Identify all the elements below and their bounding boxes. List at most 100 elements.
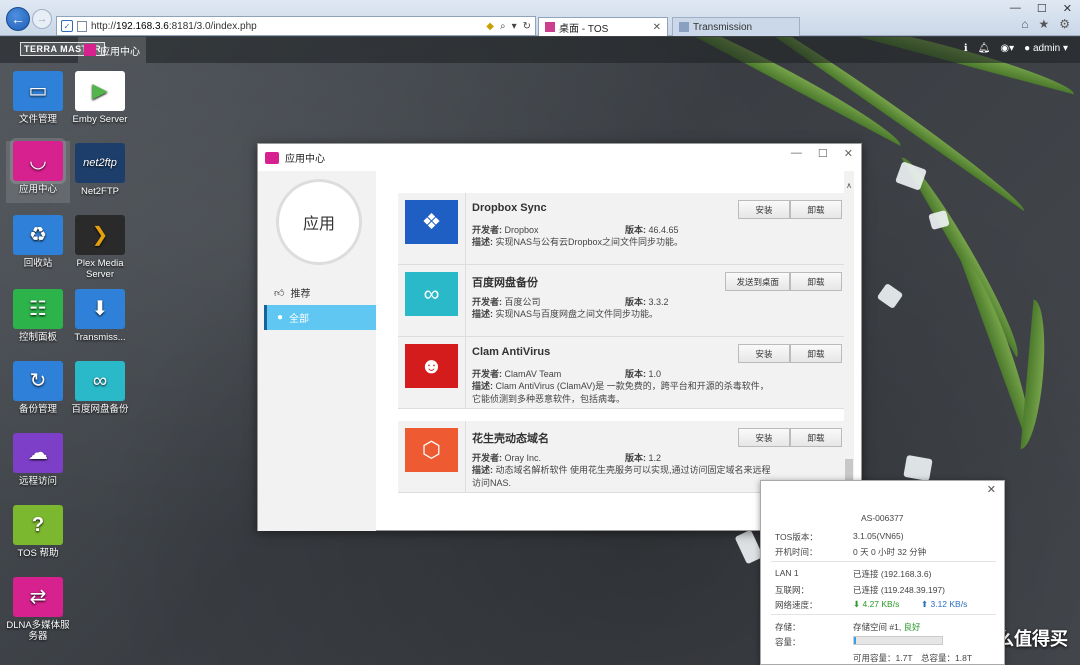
close-icon[interactable]: ✕ xyxy=(987,483,996,496)
app-name: 百度网盘备份 xyxy=(472,277,538,289)
app-version: 版本: 46.4.65 xyxy=(625,225,679,235)
baidu-cloud-icon: ∞ xyxy=(75,361,125,401)
taskbar-app-center[interactable]: 应用中心 xyxy=(78,37,146,63)
maximize-icon[interactable]: ☐ xyxy=(1037,2,1047,15)
minimize-icon[interactable]: — xyxy=(791,147,802,160)
tab-close-icon[interactable]: ✕ xyxy=(653,22,661,33)
desktop-icon-plex[interactable]: ❯ Plex Media Server xyxy=(68,215,132,280)
tos-version-label: TOS版本： xyxy=(775,532,818,542)
icon-label: 百度网盘备份 xyxy=(71,404,129,415)
desktop-icon-dlna[interactable]: ⇄ DLNA多媒体服务器 xyxy=(6,577,70,642)
app-version: 版本: 1.2 xyxy=(625,453,662,463)
desktop-icon-net2ftp[interactable]: net2ftp Net2FTP xyxy=(68,143,132,197)
desktop-icon-file-manager[interactable]: ▭ 文件管理 xyxy=(6,71,70,125)
herb-decoration xyxy=(1020,299,1050,451)
user-menu[interactable]: ● admin ▾ xyxy=(1024,43,1068,54)
page-icon xyxy=(77,20,87,32)
app-card-baidu: ∞ 百度网盘备份 开发者: 百度公司 版本: 3.3.2 描述: 实现NAS与百… xyxy=(398,265,844,337)
forward-button[interactable]: → xyxy=(32,9,52,29)
home-icon[interactable]: ⌂ xyxy=(1021,17,1028,31)
desktop-icon-remote-access[interactable]: ☁ 远程访问 xyxy=(6,433,70,487)
desktop-icon-recycle-bin[interactable]: ♻ 回收站 xyxy=(6,215,70,269)
shield-icon: ✓ xyxy=(61,20,73,32)
download-icon: ⬇ xyxy=(75,289,125,329)
system-info-panel: ✕ AS-006377 TOS版本： 3.1.05(VN65) 开机时间： 0 … xyxy=(760,480,1005,665)
salt-decoration xyxy=(876,282,904,310)
dlna-icon: ⇄ xyxy=(13,577,63,617)
uninstall-button[interactable]: 卸载 xyxy=(790,272,842,291)
refresh-icon[interactable]: ↻ xyxy=(523,21,531,32)
sidebar-item-all[interactable]: ● 全部 xyxy=(264,305,376,330)
scrollbar[interactable]: ∧ ∨ xyxy=(844,171,854,526)
uninstall-button[interactable]: 卸载 xyxy=(790,428,842,447)
icon-label: Net2FTP xyxy=(80,186,119,197)
tos-favicon-icon xyxy=(545,22,555,32)
uptime-label: 开机时间： xyxy=(775,547,818,557)
back-button[interactable]: ← xyxy=(6,7,30,31)
desktop-icon-app-center[interactable]: ◡ 应用中心 xyxy=(6,141,70,203)
icon-label: DLNA多媒体服务器 xyxy=(6,620,70,642)
dropdown-icon[interactable]: ▾ xyxy=(512,21,517,32)
app-description: 描述: 实现NAS与百度网盘之间文件同步功能。 xyxy=(472,309,659,319)
uninstall-button[interactable]: 卸载 xyxy=(790,344,842,363)
uninstall-button[interactable]: 卸载 xyxy=(790,200,842,219)
window-title: 应用中心 xyxy=(285,154,325,165)
app-name: Clam AntiVirus xyxy=(472,346,551,358)
net2ftp-icon: net2ftp xyxy=(75,143,125,183)
install-button[interactable]: 安装 xyxy=(738,344,790,363)
desktop-icon-control-panel[interactable]: ☷ 控制面板 xyxy=(6,289,70,343)
settings-icon[interactable]: ⚙ xyxy=(1059,17,1070,31)
tos-taskbar: TERRA MASTER 应用中心 ℹ 🔔︎ ◉▾ ● admin ▾ xyxy=(0,37,1080,63)
icon-label: 应用中心 xyxy=(18,184,57,195)
available-capacity: 可用容量：1.7T xyxy=(853,653,913,663)
tab-label: 桌面 - TOS xyxy=(559,23,609,35)
download-speed: ⬇ 4.27 KB/s xyxy=(853,599,900,609)
app-list: ❖ Dropbox Sync 开发者: Dropbox 版本: 46.4.65 … xyxy=(398,162,844,522)
favorites-icon[interactable]: ★ xyxy=(1038,17,1049,31)
scroll-up-icon[interactable]: ∧ xyxy=(844,181,854,190)
install-button[interactable]: 安装 xyxy=(738,428,790,447)
tab-tos[interactable]: 桌面 - TOS ✕ xyxy=(538,17,668,36)
desktop-icon-transmission[interactable]: ⬇ Transmiss... xyxy=(68,289,132,343)
close-icon[interactable]: ✕ xyxy=(1063,2,1072,15)
maximize-icon[interactable]: ☐ xyxy=(818,147,828,160)
url-text: http://192.168.3.6:8181/3.0/index.php xyxy=(91,20,257,32)
app-center-window: 应用中心 — ☐ ✕ 应用 👍︎ 推荐 ● 全部 ❖ Dropbox Sync … xyxy=(257,143,862,531)
sidebar-item-label: 全部 xyxy=(289,314,310,325)
app-center-icon xyxy=(265,151,279,164)
cloud-icon: ☁ xyxy=(13,433,63,473)
tab-transmission[interactable]: Transmission xyxy=(672,17,800,36)
install-button[interactable]: 安装 xyxy=(738,200,790,219)
icon-label: Plex Media Server xyxy=(76,258,124,280)
recycle-icon: ♻ xyxy=(13,215,63,255)
storage-label: 存储： xyxy=(775,622,801,632)
app-description: 描述: Clam AntiVirus (ClamAV)是 一款免费的，跨平台和开… xyxy=(472,381,769,404)
search-icon[interactable]: ⌕ xyxy=(500,21,506,32)
username: admin xyxy=(1032,43,1061,54)
minimize-icon[interactable]: — xyxy=(1010,2,1021,15)
icon-label: Transmiss... xyxy=(74,332,126,343)
desktop-icon-emby[interactable]: ▶ Emby Server xyxy=(68,71,132,125)
close-icon[interactable]: ✕ xyxy=(844,147,853,160)
address-bar[interactable]: ✓ http://192.168.3.6:8181/3.0/index.php … xyxy=(56,16,536,36)
compat-icon[interactable]: ◆ xyxy=(486,21,494,32)
device-name: AS-006377 xyxy=(861,513,904,523)
total-capacity: 总容量：1.8T xyxy=(921,653,973,663)
info-icon[interactable]: ℹ xyxy=(964,43,968,54)
app-circle: 应用 xyxy=(276,179,362,265)
icon-label: 文件管理 xyxy=(18,114,57,125)
globe-icon[interactable]: ◉▾ xyxy=(1000,43,1014,54)
app-description: 描述: 动态域名解析软件 使用花生壳服务可以实现,通过访问固定域名来远程访问NA… xyxy=(472,465,771,488)
uptime-value: 0 天 0 小时 32 分钟 xyxy=(853,547,927,557)
bell-icon[interactable]: 🔔︎ xyxy=(978,43,991,54)
thumbs-up-icon: 👍︎ xyxy=(274,287,285,299)
desktop-icon-tos-help[interactable]: ? TOS 帮助 xyxy=(6,505,70,559)
desktop-icon-baidu-backup[interactable]: ∞ 百度网盘备份 xyxy=(68,361,132,415)
app-version: 版本: 1.0 xyxy=(625,369,662,379)
icon-label: 控制面板 xyxy=(18,332,57,343)
sidebar-item-label: 推荐 xyxy=(290,289,311,300)
desktop-icon-backup[interactable]: ↻ 备份管理 xyxy=(6,361,70,415)
send-to-desktop-button[interactable]: 发送到桌面 xyxy=(725,272,790,291)
sidebar-item-recommended[interactable]: 👍︎ 推荐 xyxy=(264,280,376,305)
lan-label: LAN 1 xyxy=(775,568,799,578)
